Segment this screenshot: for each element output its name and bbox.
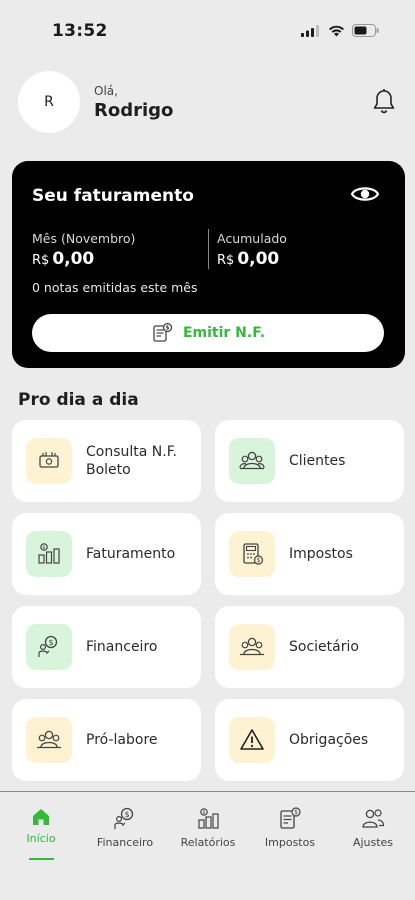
finance-icon: $ <box>38 635 58 657</box>
prolabore-icon <box>37 730 61 749</box>
nav-item-ajustes[interactable]: Ajustes <box>333 806 413 849</box>
month-label: Mês (Novembro) <box>32 231 136 246</box>
tile-financeiro[interactable]: $ Financeiro <box>12 606 201 688</box>
tile-label: Societário <box>289 639 359 655</box>
nav-item-impostos[interactable]: $ Impostos <box>250 806 330 849</box>
nav-item-inicio[interactable]: Início <box>1 806 81 845</box>
eye-icon[interactable] <box>350 183 380 205</box>
svg-text:$: $ <box>257 557 261 564</box>
notes-count-text: 0 notas emitidas este mês <box>32 280 198 295</box>
nav-label: Relatórios <box>180 836 236 849</box>
tile-pro-labore[interactable]: Pró-labore <box>12 699 201 781</box>
bell-icon[interactable] <box>371 88 397 116</box>
accumulated-currency: R$ <box>217 253 235 268</box>
svg-text:$: $ <box>294 809 298 816</box>
svg-text:$: $ <box>48 638 53 647</box>
accumulated-label: Acumulado <box>217 231 287 246</box>
revenue-card: Seu faturamento Mês (Novembro) R$ 0,00 Ac… <box>12 161 405 368</box>
tile-label: Consulta N.F. Boleto <box>86 444 177 478</box>
clients-icon <box>239 451 265 470</box>
money-icon <box>39 452 59 468</box>
taxes-icon: $ <box>280 807 301 829</box>
greeting: Olá, <box>94 84 118 98</box>
nav-label: Impostos <box>264 836 316 849</box>
nav-label: Início <box>26 832 56 845</box>
accumulated-amount: 0,00 <box>237 249 280 269</box>
status-time: 13:52 <box>52 21 108 41</box>
tile-consulta-nf-boleto[interactable]: Consulta N.F. Boleto <box>12 420 201 502</box>
settings-people-icon <box>362 809 385 828</box>
nav-label: Ajustes <box>352 836 394 849</box>
status-bar: 13:52 <box>0 0 415 60</box>
svg-text:$: $ <box>42 545 45 551</box>
tile-clientes[interactable]: Clientes <box>215 420 404 502</box>
month-currency: R$ <box>32 253 50 268</box>
warning-icon <box>240 729 264 750</box>
nav-item-financeiro[interactable]: $ Financeiro <box>85 806 165 849</box>
home-icon <box>33 809 49 825</box>
month-value: R$ 0,00 <box>32 249 94 269</box>
emit-invoice-button[interactable]: $ Emitir N.F. <box>32 314 384 352</box>
nav-item-relatorios[interactable]: $ Relatórios <box>168 806 248 849</box>
month-amount: 0,00 <box>52 249 95 269</box>
tile-label: Clientes <box>289 453 346 469</box>
user-name: Rodrigo <box>94 100 174 121</box>
wifi-icon <box>329 25 344 36</box>
nav-label: Financeiro <box>96 836 154 849</box>
tile-impostos[interactable]: $ Impostos <box>215 513 404 595</box>
accumulated-value: R$ 0,00 <box>217 249 279 269</box>
reports-icon: $ <box>198 808 219 829</box>
bottom-nav: Início $ Financeiro $ Relatórios $ Impos… <box>0 792 415 900</box>
calculator-icon: $ <box>243 543 264 565</box>
signal-icon <box>301 24 319 37</box>
tile-obrigacoes[interactable]: Obrigações <box>215 699 404 781</box>
tile-faturamento[interactable]: $ Faturamento <box>12 513 201 595</box>
tile-label: Pró-labore <box>86 732 158 748</box>
card-title: Seu faturamento <box>32 186 194 206</box>
emit-invoice-label: Emitir N.F. <box>182 325 266 341</box>
nav-active-indicator <box>29 858 54 860</box>
tile-societario[interactable]: Societário <box>215 606 404 688</box>
revenue-icon: $ <box>38 543 60 564</box>
tile-label: Financeiro <box>86 639 158 655</box>
section-title: Pro dia a dia <box>18 390 139 410</box>
partners-icon <box>240 637 264 656</box>
avatar[interactable]: R <box>18 71 80 133</box>
svg-text:$: $ <box>165 325 169 332</box>
finance-icon: $ <box>114 807 134 829</box>
tile-label: Obrigações <box>289 732 369 748</box>
svg-text:$: $ <box>202 810 205 816</box>
svg-text:$: $ <box>124 810 129 819</box>
tile-label: Faturamento <box>86 546 176 562</box>
tile-label: Impostos <box>289 546 353 562</box>
card-divider <box>208 229 209 269</box>
status-icons <box>301 24 379 37</box>
invoice-icon: $ <box>153 322 173 342</box>
avatar-initial: R <box>44 94 54 110</box>
battery-icon <box>352 24 379 37</box>
